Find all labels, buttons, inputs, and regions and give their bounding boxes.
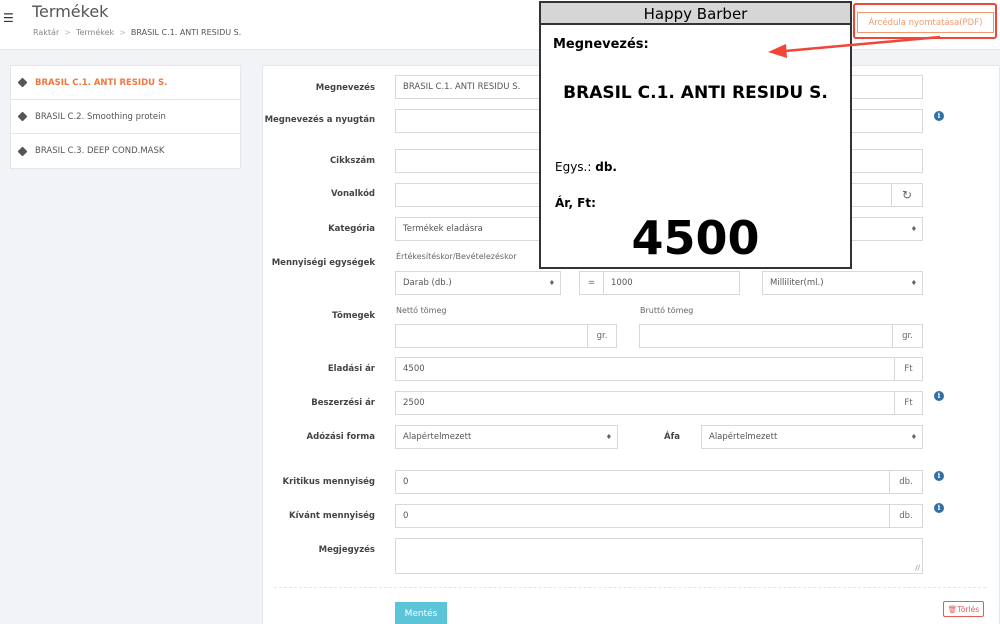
sku-label: Cikkszám	[329, 156, 375, 166]
breadcrumb-item-current: BRASIL C.1. ANTI RESIDU S.	[130, 28, 242, 37]
price-tag-price-label: Ár, Ft:	[555, 196, 596, 210]
form-divider	[274, 587, 986, 588]
product-list-item-label: BRASIL C.3. DEEP COND.MASK	[35, 146, 165, 156]
refresh-barcode-icon[interactable]: ↻	[891, 183, 923, 207]
product-list-item-label: BRASIL C.2. Smoothing protein	[35, 111, 166, 122]
category-label: Kategória	[328, 224, 375, 234]
units-label: Mennyiségi egységek	[271, 258, 375, 268]
breadcrumb-item-products[interactable]: Termékek	[76, 28, 114, 37]
vat-label: Áfa	[663, 432, 680, 442]
cube-icon	[17, 146, 28, 156]
hamburger-menu-icon[interactable]: ☰	[3, 11, 14, 25]
equals-sign: =	[579, 271, 604, 295]
price-tag-shop-name: Happy Barber	[541, 3, 850, 25]
note-textarea[interactable]: ∕∕	[395, 538, 923, 574]
info-icon[interactable]: i	[934, 471, 944, 481]
critical-qty-unit: db.	[889, 470, 923, 494]
gross-weight-label: Bruttó tömeg	[640, 306, 694, 315]
net-weight-input[interactable]	[395, 324, 588, 348]
note-label: Megjegyzés	[318, 545, 375, 555]
cube-icon	[17, 111, 28, 122]
barcode-label: Vonalkód	[330, 189, 375, 199]
gross-weight-unit: gr.	[892, 324, 923, 348]
cube-icon	[17, 77, 28, 88]
purchase-price-input[interactable]: 2500	[395, 391, 895, 415]
print-price-tag-pdf-button[interactable]: Árcédula nyomtatása(PDF)	[857, 12, 994, 33]
sale-price-input[interactable]: 4500	[395, 357, 895, 381]
units-sublabel: Értékesítéskor/Bevételezéskor	[396, 252, 517, 261]
price-tag-name-label: Megnevezés:	[553, 37, 649, 52]
page-title: Termékek	[32, 2, 109, 21]
info-icon[interactable]: i	[934, 111, 944, 121]
product-list: BRASIL C.1. ANTI RESIDU S. BRASIL C.2. S…	[10, 65, 241, 169]
product-list-item[interactable]: BRASIL C.1. ANTI RESIDU S.	[11, 66, 240, 100]
sales-unit-select[interactable]: Darab (db.)	[395, 271, 561, 295]
price-tag-unit: Egys.: db.	[555, 160, 617, 174]
price-tag-price: 4500	[631, 211, 760, 265]
product-list-item-label: BRASIL C.1. ANTI RESIDU S.	[35, 77, 168, 88]
sale-price-label: Eladási ár	[327, 364, 375, 374]
breadcrumb-item-warehouse[interactable]: Raktár	[33, 28, 59, 37]
critical-qty-label: Kritikus mennyiség	[282, 477, 375, 487]
info-icon[interactable]: i	[934, 391, 944, 401]
save-button[interactable]: Mentés	[395, 602, 447, 624]
base-unit-select[interactable]: Milliliter(ml.)	[762, 271, 923, 295]
delete-button[interactable]: 🗑Törlés	[943, 601, 984, 617]
weights-label: Tömegek	[332, 311, 375, 321]
price-tag-preview: Happy Barber Megnevezés: BRASIL C.1. ANT…	[539, 1, 852, 269]
resize-handle-icon[interactable]: ∕∕	[915, 564, 920, 572]
product-list-item[interactable]: BRASIL C.3. DEEP COND.MASK	[11, 134, 240, 168]
breadcrumb-separator: >	[64, 28, 71, 37]
tax-form-label: Adózási forma	[306, 432, 375, 442]
product-list-item[interactable]: BRASIL C.2. Smoothing protein	[11, 100, 240, 134]
breadcrumb-separator: >	[119, 28, 126, 37]
net-weight-unit: gr.	[587, 324, 617, 348]
gross-weight-input[interactable]	[639, 324, 893, 348]
delete-button-label: Törlés	[957, 604, 980, 614]
desired-qty-unit: db.	[889, 504, 923, 528]
desired-qty-label: Kívánt mennyiség	[289, 511, 375, 521]
net-weight-label: Nettó tömeg	[396, 306, 447, 315]
price-tag-unit-label: Egys.:	[555, 160, 592, 174]
vat-select[interactable]: Alapértelmezett	[701, 425, 923, 449]
purchase-price-currency: Ft	[894, 391, 923, 415]
receipt-name-label: Megnevezés a nyugtán	[264, 115, 375, 125]
name-label: Megnevezés	[315, 83, 375, 93]
desired-qty-input[interactable]: 0	[395, 504, 890, 528]
purchase-price-label: Beszerzési ár	[311, 398, 375, 408]
price-tag-unit-value: db.	[595, 160, 617, 174]
unit-amount-input[interactable]: 1000	[603, 271, 740, 295]
price-tag-product-name: BRASIL C.1. ANTI RESIDU S.	[563, 83, 828, 103]
sale-price-currency: Ft	[894, 357, 923, 381]
info-icon[interactable]: i	[934, 503, 944, 513]
breadcrumb: Raktár > Termékek > BRASIL C.1. ANTI RESIDU …	[33, 28, 241, 37]
critical-qty-input[interactable]: 0	[395, 470, 890, 494]
